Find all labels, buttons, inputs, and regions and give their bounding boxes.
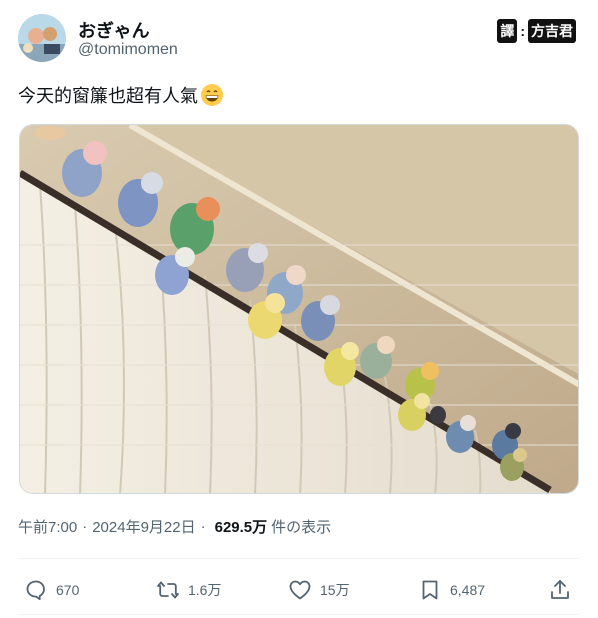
tweet-text-content: 今天的窗簾也超有人氣 <box>18 86 198 106</box>
tweet-text: 今天的窗簾也超有人氣 <box>18 82 224 108</box>
retweet-icon <box>157 581 179 599</box>
tweet-photo[interactable] <box>19 124 579 494</box>
reply-button[interactable]: 670 <box>24 572 79 608</box>
views-count: 629.5万 <box>214 519 268 536</box>
translator-name: 方吉君 <box>528 19 576 43</box>
heart-icon <box>289 580 311 600</box>
bookmark-count: 6,487 <box>450 582 486 598</box>
tweet-header: おぎゃん @tomimomen 譯 : 方吉君 <box>18 14 580 64</box>
tweet-actions: 670 1.6万 15万 6,487 <box>18 572 580 608</box>
meta-separator: · <box>82 518 88 535</box>
avatar[interactable] <box>18 14 66 62</box>
translator-watermark: 譯 : 方吉君 <box>497 19 576 43</box>
tweet-meta: 午前7:00 · 2024年9月22日 · 629.5万 件の表示 <box>18 516 331 537</box>
watermark-separator: : <box>520 23 525 39</box>
share-button[interactable] <box>548 572 572 608</box>
reply-icon <box>26 580 45 601</box>
user-avatar-icon <box>18 14 66 62</box>
tweet-time[interactable]: 午前7:00 <box>18 516 77 537</box>
retweet-count: 1.6万 <box>188 582 222 598</box>
translate-char: 譯 <box>497 19 518 43</box>
meta-separator: · <box>200 518 206 535</box>
author-display-name[interactable]: おぎゃん <box>78 17 150 43</box>
share-icon <box>551 580 569 599</box>
tweet-date[interactable]: 2024年9月22日 <box>92 516 195 537</box>
reply-count: 670 <box>56 582 80 598</box>
bookmark-icon <box>422 580 438 600</box>
grinning-face-emoji-icon <box>201 84 223 106</box>
divider <box>18 614 580 615</box>
photo-lovebirds-on-curtain-rod <box>20 125 578 493</box>
bookmark-button[interactable]: 6,487 <box>418 572 485 608</box>
retweet-button[interactable]: 1.6万 <box>156 572 221 608</box>
divider <box>18 558 580 559</box>
views-label: 件の表示 <box>271 519 332 536</box>
like-button[interactable]: 15万 <box>288 572 350 608</box>
like-count: 15万 <box>320 582 350 598</box>
author-handle[interactable]: @tomimomen <box>78 41 178 59</box>
